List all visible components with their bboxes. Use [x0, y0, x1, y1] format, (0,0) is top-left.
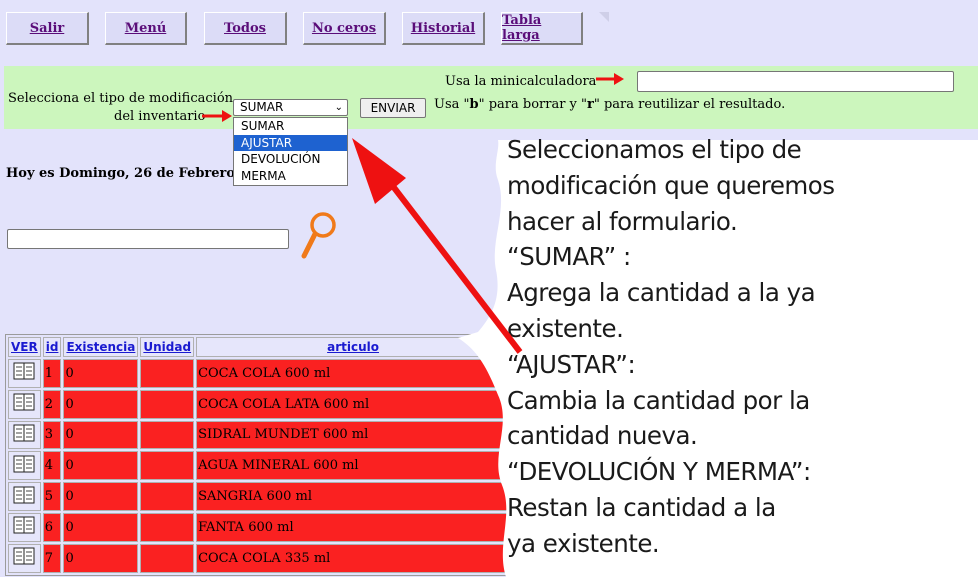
cell-articulo: COCA COLA 600 ml — [196, 359, 511, 388]
annotation-line: Seleccionamos el tipo de — [507, 135, 802, 164]
table-row: 5 0 SANGRIA 600 ml — [8, 482, 511, 511]
annotation-line: ya existente. — [507, 528, 660, 558]
cell-id: 2 — [42, 389, 62, 419]
minicalculator-input[interactable] — [637, 71, 954, 92]
annotation-line: existente. — [507, 313, 624, 343]
cell-id: 5 — [42, 482, 62, 511]
table-row: 2 0 COCA COLA LATA 600 ml — [8, 389, 511, 419]
calc-help-text: Usa "b" para borrar y "r" para reutiliza… — [434, 97, 785, 112]
select-current-value: SUMAR — [240, 100, 284, 114]
view-book-icon[interactable] — [8, 359, 41, 388]
cell-existencia: 0 — [63, 543, 139, 573]
cell-existencia: 0 — [63, 512, 139, 542]
header-articulo[interactable]: articulo — [196, 337, 511, 357]
view-book-icon[interactable] — [8, 512, 41, 542]
option-sumar[interactable]: SUMAR — [234, 118, 347, 135]
tabla-larga-button[interactable]: Tabla larga — [501, 12, 583, 45]
header-existencia[interactable]: Existencia — [63, 337, 139, 357]
view-book-icon[interactable] — [8, 482, 41, 511]
cell-id: 6 — [42, 512, 62, 542]
select-label-line2: del inventario — [114, 109, 206, 124]
search-input[interactable] — [7, 229, 289, 249]
view-book-icon[interactable] — [8, 420, 41, 450]
view-book-icon[interactable] — [8, 543, 41, 573]
cell-unidad — [140, 512, 195, 542]
cell-unidad — [140, 420, 195, 450]
cell-articulo: COCA COLA LATA 600 ml — [196, 389, 511, 419]
magnifier-icon[interactable] — [300, 210, 340, 262]
annotation-text: Seleccionamos el tipo de modificación qu… — [507, 132, 977, 562]
historial-button[interactable]: Historial — [402, 12, 485, 45]
cell-existencia: 0 — [63, 451, 139, 481]
todos-button[interactable]: Todos — [204, 12, 287, 45]
cell-unidad — [140, 482, 195, 511]
annotation-line: Cambia la cantidad por la — [507, 385, 810, 415]
annotation-line: “SUMAR” : — [507, 242, 631, 272]
cell-unidad — [140, 451, 195, 481]
modification-type-select[interactable]: SUMAR ⌄ — [233, 99, 348, 116]
table-row: 6 0 FANTA 600 ml — [8, 512, 511, 542]
option-ajustar[interactable]: AJUSTAR — [234, 134, 347, 151]
annotation-line: cantidad nueva. — [507, 421, 698, 451]
cell-articulo: SIDRAL MUNDET 600 ml — [196, 420, 511, 450]
calc-help-r: r — [587, 97, 594, 112]
cell-unidad — [140, 389, 195, 419]
table-row: 7 0 COCA COLA 335 ml — [8, 543, 511, 573]
modification-type-options[interactable]: SUMAR AJUSTAR DEVOLUCIÓN MERMA — [233, 117, 348, 186]
cell-id: 1 — [42, 359, 62, 388]
calc-help-mid: " para borrar y " — [478, 97, 588, 112]
annotation-line: Agrega la cantidad a la ya — [507, 278, 816, 308]
cell-id: 7 — [42, 543, 62, 573]
inventory-table: VER id Existencia Unidad articulo 1 0 CO… — [5, 334, 514, 576]
no-ceros-button[interactable]: No ceros — [303, 12, 386, 45]
header-id[interactable]: id — [42, 337, 62, 357]
annotation-line: modificación que queremos — [507, 170, 835, 200]
header-ver[interactable]: VER — [8, 337, 41, 357]
annotation-line: “AJUSTAR”: — [507, 349, 636, 379]
red-arrow-icon — [202, 110, 232, 122]
view-book-icon[interactable] — [8, 451, 41, 481]
cell-existencia: 0 — [63, 359, 139, 388]
cell-existencia: 0 — [63, 482, 139, 511]
red-arrow-icon — [596, 73, 624, 85]
chevron-down-icon: ⌄ — [334, 102, 343, 113]
date-text: Hoy es Domingo, 26 de Febrero de — [6, 166, 234, 181]
table-row: 3 0 SIDRAL MUNDET 600 ml — [8, 420, 511, 450]
salir-button[interactable]: Salir — [6, 12, 89, 45]
cell-unidad — [140, 359, 195, 388]
cell-id: 4 — [42, 451, 62, 481]
header-unidad[interactable]: Unidad — [140, 337, 195, 357]
table-row: 4 0 AGUA MINERAL 600 ml — [8, 451, 511, 481]
calc-label: Usa la minicalculadora — [445, 74, 597, 89]
option-merma[interactable]: MERMA — [234, 168, 347, 185]
option-devolucion[interactable]: DEVOLUCIÓN — [234, 151, 347, 168]
calc-help-suffix: " para reutilizar el resultado. — [593, 97, 786, 112]
menu-button[interactable]: Menú — [105, 12, 187, 45]
select-label-line1: Selecciona el tipo de modificación — [8, 91, 234, 106]
enviar-button[interactable]: ENVIAR — [360, 98, 426, 118]
table-row: 1 0 COCA COLA 600 ml — [8, 359, 511, 388]
corner-decoration — [599, 12, 609, 22]
calc-help-prefix: Usa " — [434, 97, 470, 112]
annotation-line: Restan la cantidad a la — [507, 492, 776, 522]
cell-unidad — [140, 543, 195, 573]
annotation-line: “DEVOLUCIÓN Y MERMA”: — [507, 457, 811, 487]
table-header-row: VER id Existencia Unidad articulo — [8, 337, 511, 357]
calc-help-b: b — [469, 97, 479, 112]
cell-articulo: FANTA 600 ml — [196, 512, 511, 542]
view-book-icon[interactable] — [8, 389, 41, 419]
annotation-line: hacer al formulario. — [507, 206, 738, 236]
cell-id: 3 — [42, 420, 62, 450]
cell-existencia: 0 — [63, 389, 139, 419]
cell-articulo: SANGRIA 600 ml — [196, 482, 511, 511]
cell-articulo: AGUA MINERAL 600 ml — [196, 451, 511, 481]
cell-articulo: COCA COLA 335 ml — [196, 543, 511, 573]
cell-existencia: 0 — [63, 420, 139, 450]
